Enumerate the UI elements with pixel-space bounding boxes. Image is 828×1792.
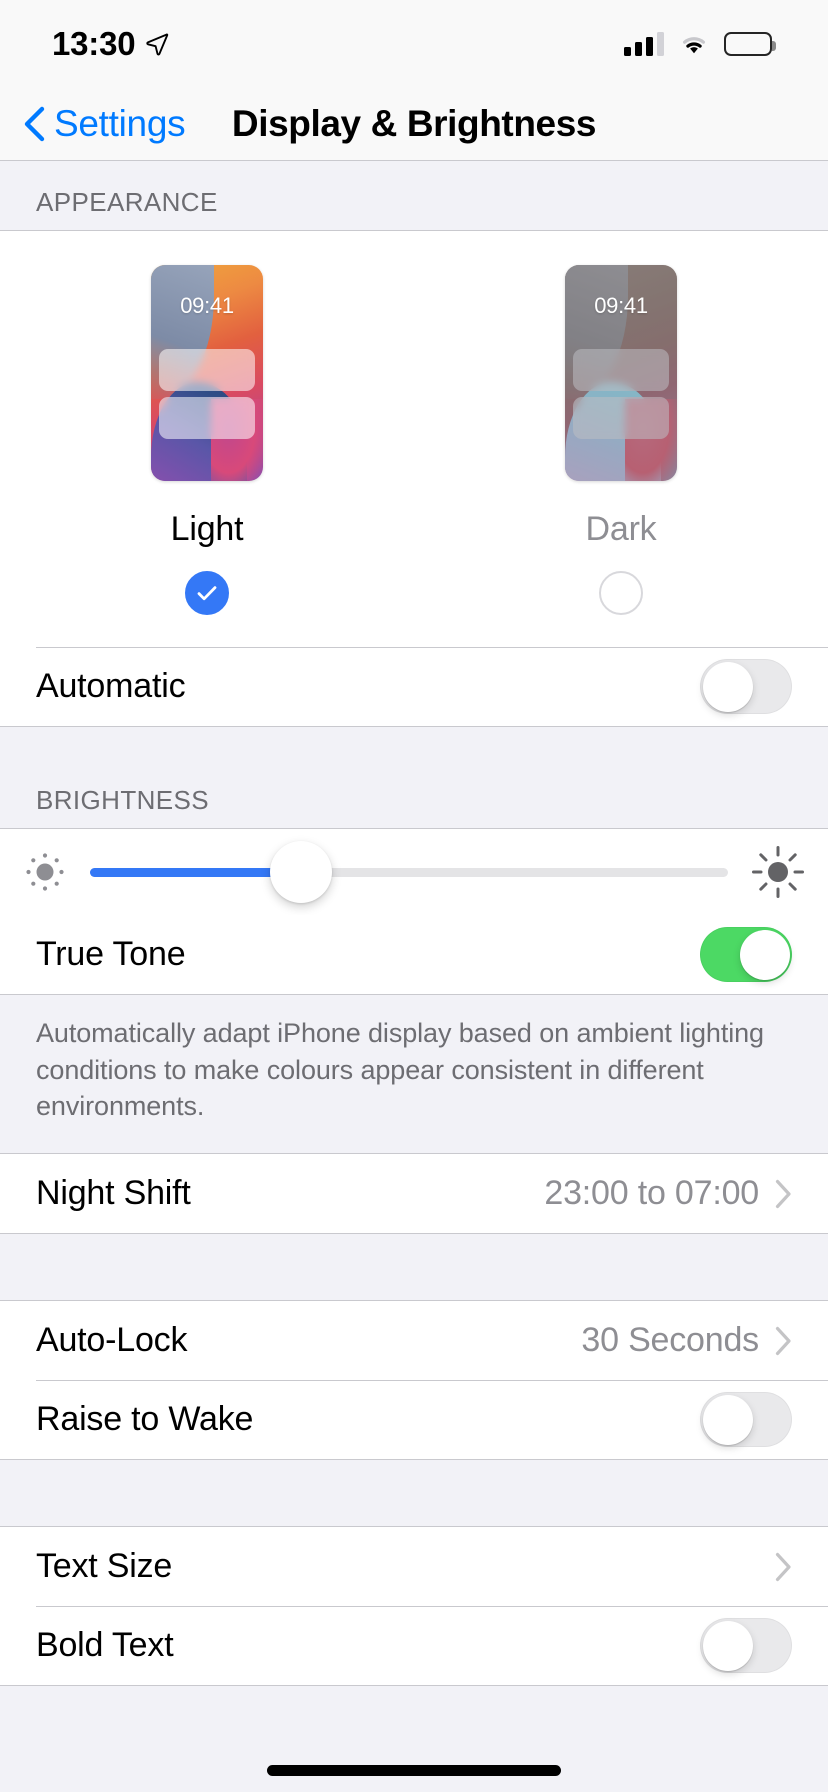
automatic-label: Automatic [36, 667, 186, 705]
status-bar-time: 13:30 [52, 24, 136, 62]
brightness-track[interactable] [90, 841, 728, 903]
appearance-option-light[interactable]: 09:41 Light [0, 265, 414, 615]
row-raise-to-wake[interactable]: Raise to Wake [0, 1380, 828, 1460]
checkmark-icon [197, 586, 217, 601]
status-bar: 13:30 [0, 0, 828, 88]
appearance-picker: 09:41 Light 09:41 Dark Automatic [0, 231, 828, 726]
brightness-group: True Tone [0, 828, 828, 995]
night-shift-label: Night Shift [36, 1174, 191, 1213]
text-size-label: Text Size [36, 1547, 173, 1586]
true-tone-description: Automatically adapt iPhone display based… [0, 995, 828, 1154]
appearance-section-header: APPEARANCE [0, 161, 828, 230]
dark-mode-label: Dark [585, 510, 657, 548]
night-shift-value: 23:00 to 07:00 [544, 1174, 759, 1213]
chevron-right-icon [775, 1326, 791, 1355]
light-mode-label: Light [170, 510, 244, 548]
true-tone-label: True Tone [36, 935, 186, 973]
iphone-screen: 13:30 Settings Display & Brightness APPE… [0, 0, 828, 1792]
row-bold-text[interactable]: Bold Text [0, 1606, 828, 1686]
section-gap [0, 1460, 828, 1527]
brightness-thumb[interactable] [269, 841, 332, 903]
preview-clock-light: 09:41 [180, 293, 234, 318]
battery-full-icon [724, 32, 776, 56]
preview-notification-card [573, 397, 669, 439]
appearance-option-dark[interactable]: 09:41 Dark [414, 265, 828, 615]
row-automatic[interactable]: Automatic [0, 647, 828, 726]
status-bar-right [624, 32, 776, 56]
location-arrow-icon [146, 33, 169, 56]
brightness-section-header: BRIGHTNESS [0, 785, 828, 828]
preview-clock-dark: 09:41 [594, 293, 648, 318]
navigation-bar: Settings Display & Brightness [0, 88, 828, 161]
back-button[interactable]: Settings [22, 103, 186, 145]
light-mode-radio[interactable] [185, 571, 229, 615]
text-group: Text Size Bold Text [0, 1526, 828, 1687]
bold-text-label: Bold Text [36, 1626, 174, 1665]
dark-mode-preview-thumbnail[interactable]: 09:41 [565, 265, 677, 481]
row-true-tone[interactable]: True Tone [0, 915, 828, 994]
night-shift-group: Night Shift 23:00 to 07:00 [0, 1153, 828, 1235]
row-night-shift[interactable]: Night Shift 23:00 to 07:00 [0, 1154, 828, 1234]
status-bar-left: 13:30 [52, 27, 169, 62]
row-auto-lock[interactable]: Auto-Lock 30 Seconds [0, 1301, 828, 1381]
home-indicator [267, 1765, 561, 1776]
back-button-label: Settings [54, 103, 186, 144]
chevron-right-icon [775, 1552, 791, 1581]
light-mode-preview-thumbnail[interactable]: 09:41 [151, 265, 263, 481]
preview-notification-card [573, 349, 669, 391]
wifi-icon [683, 37, 705, 54]
auto-lock-right: 30 Seconds [581, 1321, 792, 1360]
text-size-right [775, 1552, 792, 1582]
auto-lock-label: Auto-Lock [36, 1321, 188, 1360]
automatic-toggle[interactable] [700, 659, 792, 714]
cellular-signal-icon [624, 32, 664, 56]
sun-low-icon [26, 853, 64, 891]
preview-notification-card [159, 349, 255, 391]
raise-to-wake-label: Raise to Wake [36, 1400, 254, 1439]
section-gap [0, 727, 828, 785]
preview-notification-card [159, 397, 255, 439]
appearance-group: 09:41 Light 09:41 Dark Automatic [0, 230, 828, 727]
brightness-fill [90, 867, 301, 877]
true-tone-toggle[interactable] [700, 927, 792, 982]
night-shift-right: 23:00 to 07:00 [544, 1174, 792, 1213]
dark-mode-radio[interactable] [599, 571, 643, 615]
raise-to-wake-toggle[interactable] [700, 1392, 792, 1448]
chevron-left-icon [24, 106, 45, 142]
sun-high-icon [752, 846, 804, 898]
chevron-right-icon [775, 1179, 791, 1208]
brightness-slider-row[interactable] [0, 829, 828, 915]
row-text-size[interactable]: Text Size [0, 1527, 828, 1607]
lock-group: Auto-Lock 30 Seconds Raise to Wake [0, 1300, 828, 1461]
auto-lock-value: 30 Seconds [581, 1321, 759, 1360]
bold-text-toggle[interactable] [700, 1618, 792, 1674]
appearance-previews: 09:41 Light 09:41 Dark [0, 265, 828, 615]
section-gap [0, 1234, 828, 1301]
